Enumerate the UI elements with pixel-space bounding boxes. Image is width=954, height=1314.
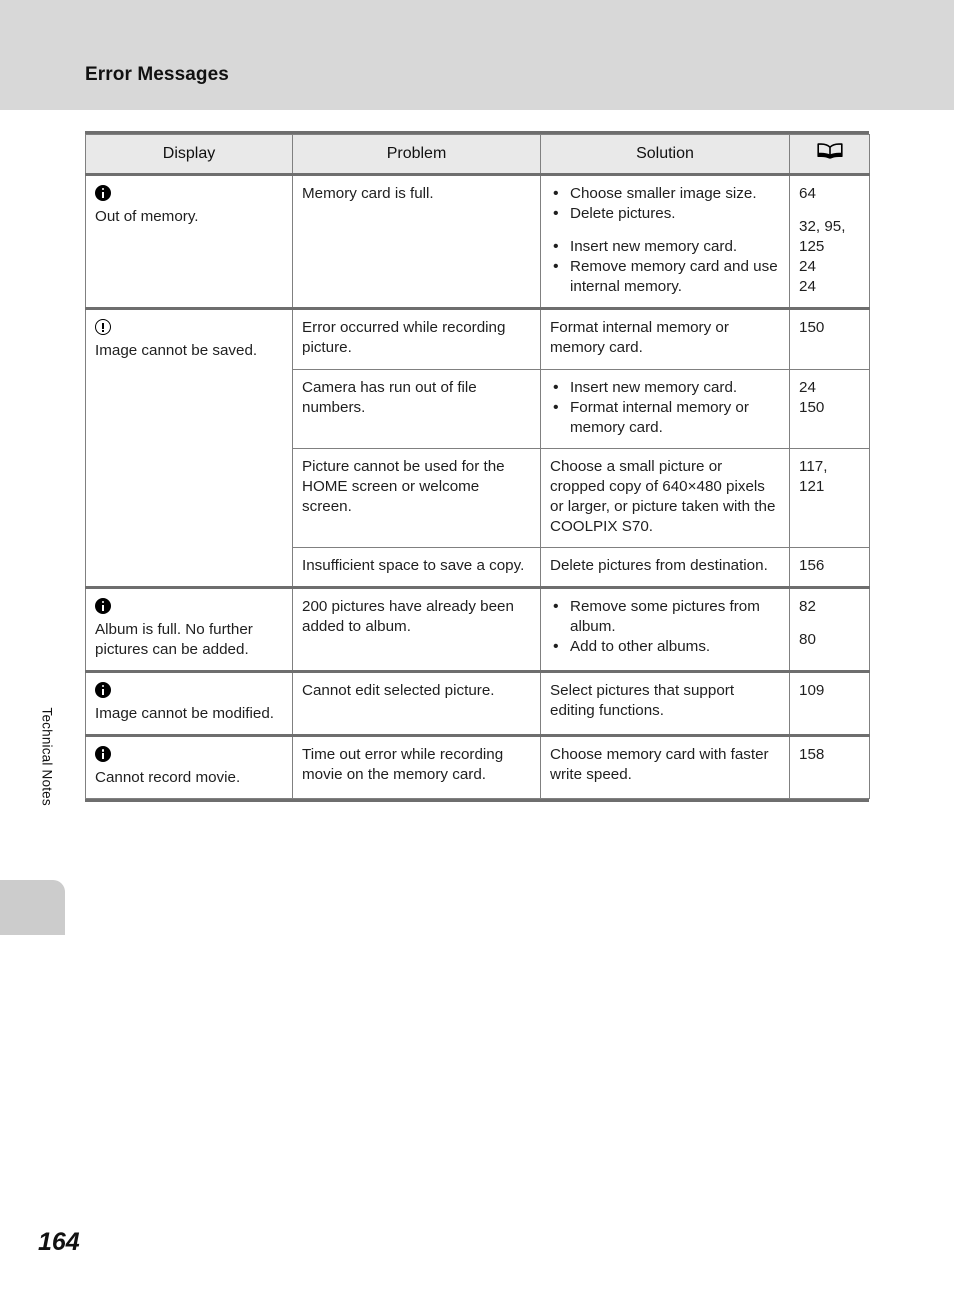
page-reference[interactable]: 24	[799, 257, 860, 277]
display-cell: Out of memory.	[85, 173, 293, 310]
page-ref-cell: 150	[789, 307, 870, 370]
page-ref-cell: 64 32, 95, 125 24 24	[789, 173, 870, 310]
info-filled-icon	[95, 598, 111, 615]
display-cell: Image cannot be saved.	[85, 307, 293, 589]
solution-bullet-list: Insert new memory card.Format internal m…	[550, 377, 780, 438]
solution-cell: Select pictures that support editing fun…	[540, 670, 790, 737]
table-row: Image cannot be saved. Error occurred whi…	[85, 307, 870, 589]
side-tab-marker	[0, 880, 65, 935]
solution-cell: Choose a small picture or cropped copy o…	[540, 447, 790, 548]
problem-cell: Time out error while recording movie on …	[292, 734, 541, 800]
solution-bullet-item: Delete pictures.	[550, 203, 780, 224]
error-messages-table-wrap: Display Problem Solution Out of memory. M…	[85, 131, 870, 803]
solution-cell: Remove some pictures from album.Add to o…	[540, 586, 790, 673]
page-ref-cell: 158	[789, 734, 870, 800]
solution-bullet-list: Choose smaller image size.Delete picture…	[550, 183, 780, 297]
solution-cell: Choose smaller image size.Delete picture…	[540, 173, 790, 310]
page-ref-cell: 109	[789, 670, 870, 737]
section-header-band: Error Messages	[0, 0, 954, 110]
problem-cell: Cannot edit selected picture.	[292, 670, 541, 737]
problem-cell: Picture cannot be used for the HOME scre…	[292, 447, 541, 548]
page-reference[interactable]: 24	[799, 277, 860, 297]
table-row: Out of memory.Memory card is full.Choose…	[85, 173, 870, 310]
open-book-icon	[816, 143, 843, 165]
solution-bullet-item: Add to other albums.	[550, 636, 780, 657]
solution-bullet-item: Choose smaller image size.	[550, 183, 780, 204]
page-ref-cell: 24 150	[789, 368, 870, 449]
solution-bullet-item: Remove some pictures from album.	[550, 596, 780, 637]
display-message-text: Album is full. No further pictures can b…	[95, 621, 253, 659]
page-ref-cell: 117, 121	[789, 447, 870, 548]
page-reference[interactable]: 82	[799, 597, 860, 617]
display-message-text: Out of memory.	[95, 208, 199, 226]
column-header-page-ref	[789, 133, 870, 176]
page-reference[interactable]: 117,	[799, 457, 860, 477]
display-message-text: Image cannot be modified.	[95, 705, 274, 723]
column-header-problem: Problem	[292, 133, 541, 176]
page-reference[interactable]: 80	[799, 630, 860, 650]
table-header: Display Problem Solution	[85, 133, 870, 176]
solution-cell: Insert new memory card.Format internal m…	[540, 368, 790, 449]
problem-cell: 200 pictures have already been added to …	[292, 586, 541, 673]
solution-bullet-item: Insert new memory card.	[550, 236, 780, 257]
page-reference[interactable]: 109	[799, 681, 860, 701]
info-filled-icon	[95, 185, 111, 202]
solution-cell: Delete pictures from destination.	[540, 546, 790, 589]
warning-outline-icon	[95, 319, 111, 336]
table-body: Out of memory.Memory card is full.Choose…	[85, 173, 870, 800]
info-filled-icon	[95, 682, 111, 699]
page-reference[interactable]: 150	[799, 318, 860, 338]
column-header-display: Display	[85, 133, 293, 176]
page-ref-cell: 82 80	[789, 586, 870, 673]
page-reference[interactable]: 156	[799, 556, 860, 576]
display-message-text: Cannot record movie.	[95, 769, 241, 787]
solution-bullet-item: Insert new memory card.	[550, 377, 780, 398]
page-reference[interactable]: 121	[799, 477, 860, 497]
table-row: Cannot record movie. Time out error while…	[85, 734, 870, 800]
error-messages-table: Display Problem Solution Out of memory. M…	[85, 133, 870, 800]
problem-cell: Error occurred while recording picture.	[292, 307, 541, 370]
display-message-text: Image cannot be saved.	[95, 342, 258, 360]
display-cell: Image cannot be modified.	[85, 670, 293, 737]
page-number: 164	[38, 1228, 80, 1256]
display-cell: Album is full. No further pictures can b…	[85, 586, 293, 673]
info-filled-icon	[95, 746, 111, 763]
problem-cell: Insufficient space to save a copy.	[292, 546, 541, 589]
page-title: Error Messages	[85, 64, 229, 85]
side-tab-label: Technical Notes	[39, 707, 55, 806]
solution-bullet-item: Format internal memory or memory card.	[550, 397, 780, 438]
page-reference[interactable]: 125	[799, 237, 860, 257]
table-row: Image cannot be modified. Cannot edit sel…	[85, 670, 870, 737]
page-reference[interactable]: 158	[799, 745, 860, 765]
table-row: Album is full. No further pictures can b…	[85, 586, 870, 673]
solution-bullet-list: Remove some pictures from album.Add to o…	[550, 596, 780, 657]
column-header-solution: Solution	[540, 133, 790, 176]
page-reference[interactable]: 24	[799, 378, 860, 398]
solution-bullet-item: Remove memory card and use internal memo…	[550, 256, 780, 297]
table-header-row: Display Problem Solution	[85, 133, 870, 176]
solution-cell: Format internal memory or memory card.	[540, 307, 790, 370]
page-ref-cell: 156	[789, 546, 870, 589]
page-reference[interactable]: 64	[799, 184, 860, 204]
solution-cell: Choose memory card with faster write spe…	[540, 734, 790, 800]
page-reference[interactable]: 32, 95,	[799, 217, 860, 237]
page-reference[interactable]: 150	[799, 398, 860, 418]
problem-cell: Camera has run out of file numbers.	[292, 368, 541, 449]
display-cell: Cannot record movie.	[85, 734, 293, 800]
table-bottom-rule	[85, 799, 869, 803]
problem-cell: Memory card is full.	[292, 173, 541, 310]
